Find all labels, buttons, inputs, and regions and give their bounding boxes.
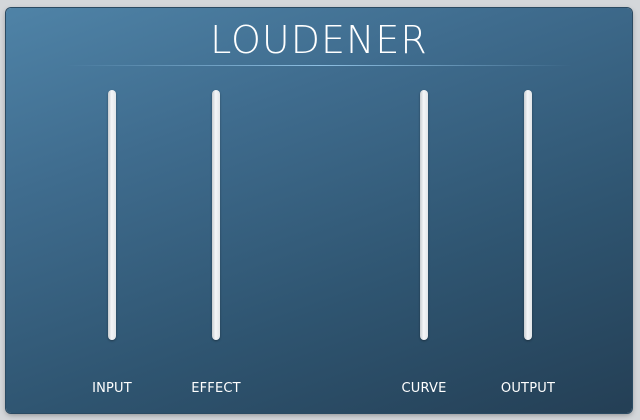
effect-label: EFFECT xyxy=(191,381,241,396)
input-slider-group: INPUT xyxy=(72,88,152,408)
plugin-title: LOUDENER xyxy=(210,18,428,62)
output-slider[interactable] xyxy=(524,90,532,340)
output-label: OUTPUT xyxy=(500,381,556,396)
output-slider-group: OUTPUT xyxy=(488,88,568,408)
title-divider xyxy=(66,65,572,66)
plugin-panel: LOUDENER INPUT EFFECT CURVE OUTPUT xyxy=(6,8,632,413)
effect-slider[interactable] xyxy=(212,90,220,340)
input-label: INPUT xyxy=(92,381,132,396)
curve-slider[interactable] xyxy=(420,90,428,340)
curve-label: CURVE xyxy=(401,381,447,396)
curve-slider-group: CURVE xyxy=(384,88,464,408)
input-slider[interactable] xyxy=(108,90,116,340)
effect-slider-group: EFFECT xyxy=(176,88,256,408)
